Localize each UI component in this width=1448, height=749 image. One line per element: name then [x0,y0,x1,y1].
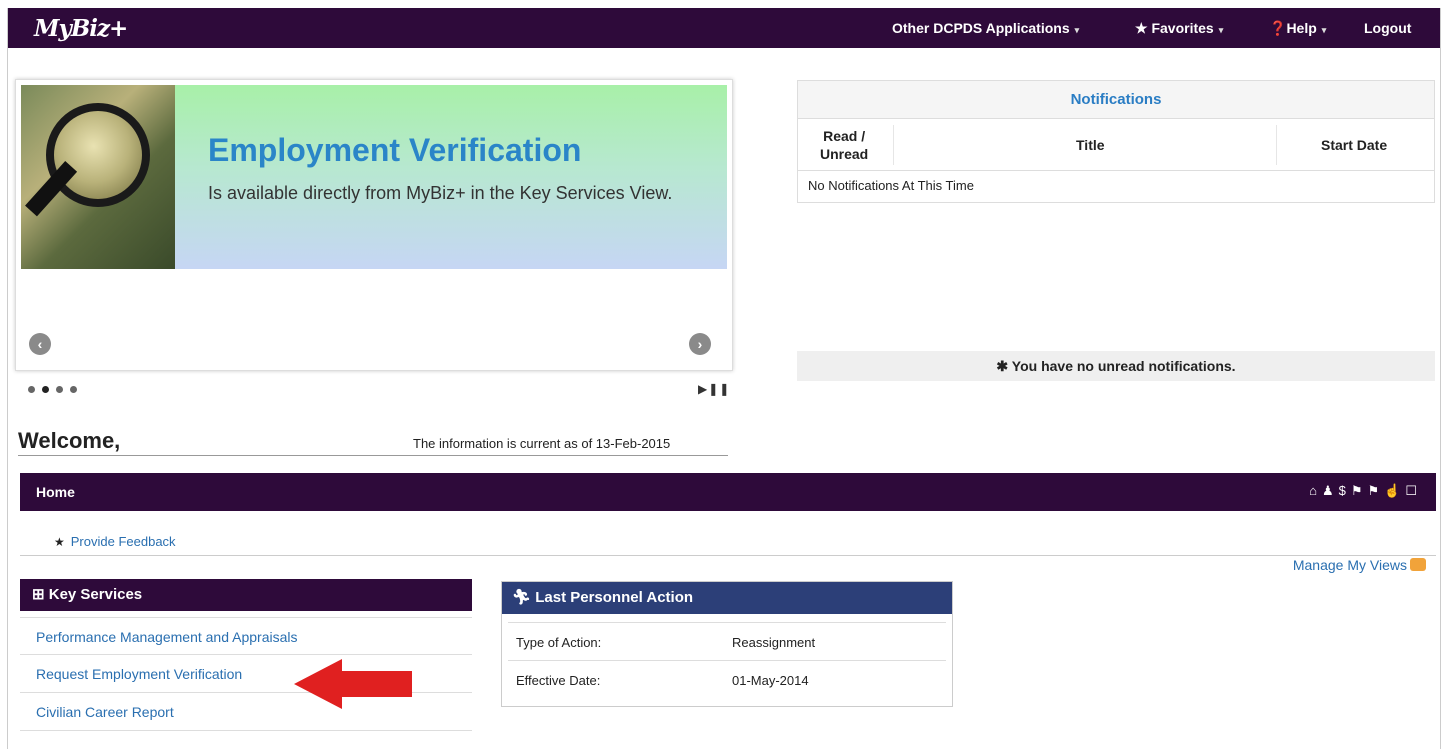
notifications-title: Notifications [798,81,1434,119]
star-icon: ★ [1135,20,1152,36]
personnel-figure-icon: 🏃︎ [512,589,536,606]
welcome-heading: Welcome, [18,428,121,453]
slide-title: Employment Verification [208,132,582,168]
carousel-dot[interactable] [42,386,49,393]
lpa-value: 01-May-2014 [732,673,809,688]
carousel-indicators [28,386,84,393]
carousel-dot[interactable] [70,386,77,393]
last-personnel-action-panel: 🏃︎ Last Personnel Action Type of Action:… [501,581,953,707]
last-personnel-action-title: Last Personnel Action [535,589,694,606]
announcement-carousel: Employment Verification Is available dir… [15,79,733,371]
provide-feedback-label: Provide Feedback [70,534,176,549]
carousel-slide[interactable]: Employment Verification Is available dir… [21,85,727,269]
lpa-row-type: Type of Action: Reassignment [508,622,946,660]
lpa-label: Effective Date: [516,673,601,688]
lpa-value: Reassignment [732,635,816,650]
lpa-row-effective-date: Effective Date: 01-May-2014 [508,660,946,698]
nav-help-label: Help [1286,20,1317,36]
column-divider [1276,125,1277,165]
logout-link[interactable]: Logout [1364,20,1411,36]
last-personnel-action-header: 🏃︎ Last Personnel Action [502,582,952,614]
nav-other-apps[interactable]: Other DCPDS Applications ▾ [892,20,1079,36]
carousel-dot[interactable] [56,386,63,393]
carousel-play-pause-button[interactable]: ▶❚❚ [698,382,730,396]
notifications-empty-row: No Notifications At This Time [808,178,974,193]
red-callout-arrow [294,659,412,709]
nav-other-apps-label: Other DCPDS Applications [892,20,1070,36]
home-title: Home [36,484,75,500]
no-unread-banner: ✱ You have no unread notifications. [797,351,1435,381]
question-circle-icon: ❓ [1269,20,1287,36]
chevron-down-icon: ▾ [1218,25,1224,35]
slide-subtitle: Is available directly from MyBiz+ in the… [208,183,673,203]
app-frame: MyBiz+ Other DCPDS Applications ▾ ★ Favor… [7,8,1441,749]
chevron-down-icon: ▾ [1321,25,1327,35]
manage-my-views-label: Manage My Views [1292,557,1407,573]
key-services-title: ⊞ Key Services [20,579,472,611]
column-read-unread[interactable]: Read / Unread [820,127,868,163]
column-read-label: Read / [823,128,866,144]
key-service-performance-management[interactable]: Performance Management and Appraisals [20,617,472,655]
notifications-panel: Notifications Read / Unread Title Start … [797,80,1435,203]
nav-favorites-label: Favorites [1151,20,1214,36]
divider [20,555,1436,556]
view-switcher-icons[interactable]: ⌂♟$⚑⚑☝☐ [1309,483,1422,499]
lpa-label: Type of Action: [516,635,602,650]
column-unread-label: Unread [820,146,869,162]
manage-my-views-link[interactable]: Manage My Views [1293,557,1426,573]
divider [18,455,728,456]
top-nav: MyBiz+ Other DCPDS Applications ▾ ★ Favor… [8,8,1440,48]
mybiz-logo[interactable]: MyBiz+ [34,15,128,42]
nav-help[interactable]: ❓Help ▾ [1269,20,1326,37]
home-bar: Home ⌂♟$⚑⚑☝☐ [20,473,1436,511]
star-icon: ★ [54,535,65,549]
column-start-date[interactable]: Start Date [1321,137,1387,153]
chevron-down-icon: ▾ [1074,25,1080,35]
column-divider [893,125,894,165]
carousel-next-button[interactable]: › [689,333,711,355]
column-title[interactable]: Title [1076,137,1105,153]
provide-feedback-link[interactable]: ★ Provide Feedback [54,534,176,549]
speech-bubble-icon [1410,558,1426,571]
current-as-of-text: The information is current as of 13-Feb-… [413,436,671,451]
notifications-header-row: Read / Unread Title Start Date [798,119,1434,171]
magnifier-money-image [21,85,175,269]
magnifier-lens [46,103,150,207]
carousel-prev-button[interactable]: ‹ [29,333,51,355]
carousel-dot[interactable] [28,386,35,393]
nav-favorites[interactable]: ★ Favorites ▾ [1135,20,1223,37]
